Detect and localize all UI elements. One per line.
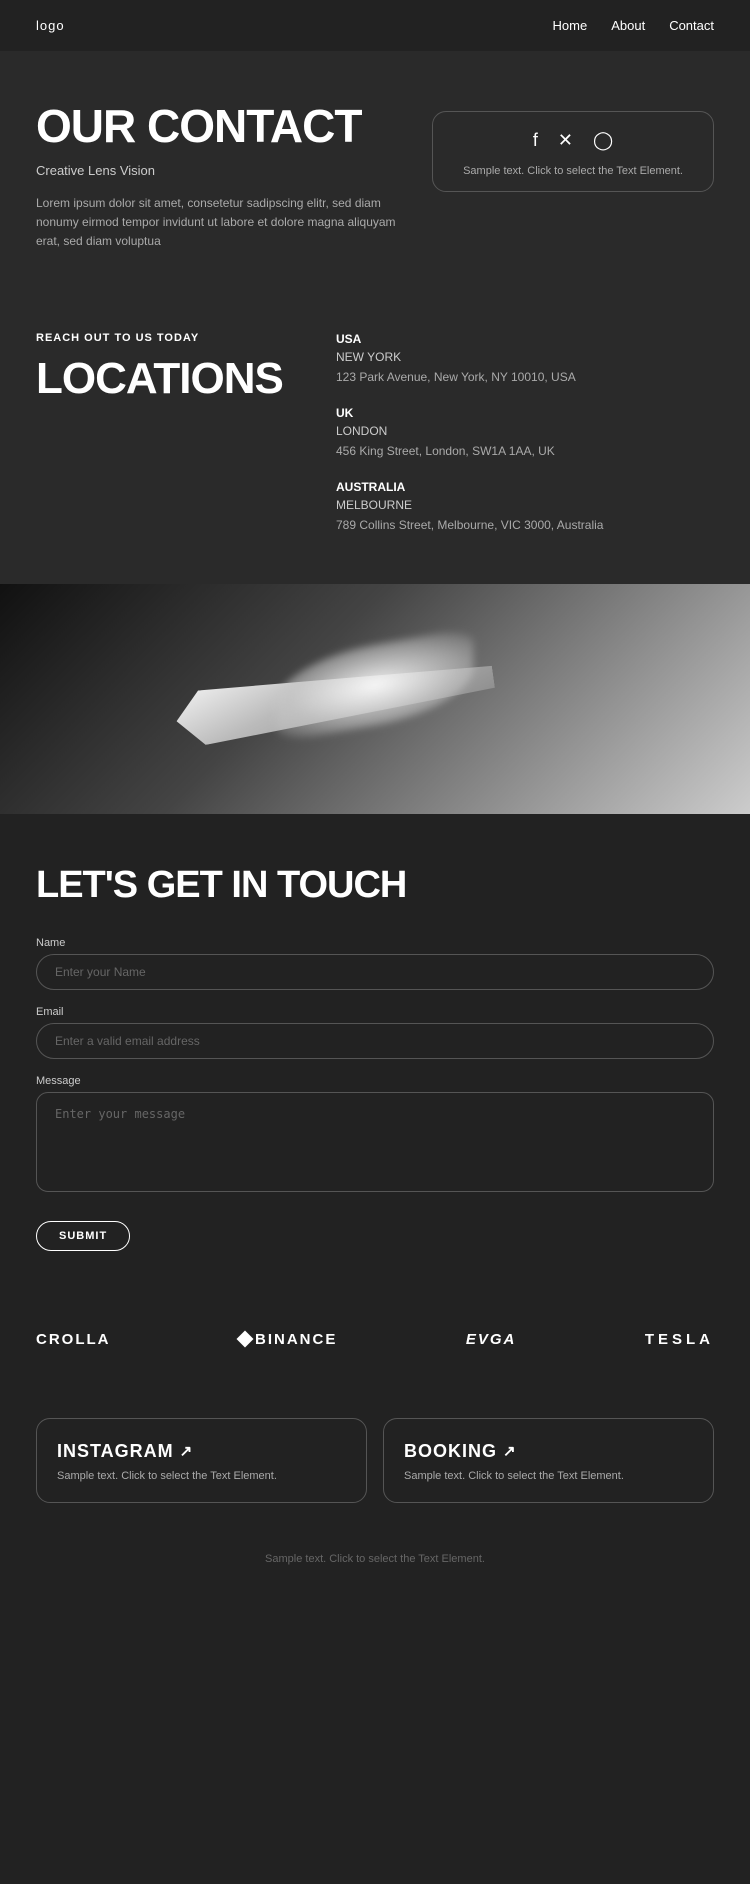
message-label: Message (36, 1075, 714, 1087)
locations-section: REACH OUT TO US TODAY LOCATIONS USA NEW … (0, 292, 750, 584)
submit-button[interactable]: SUBMIT (36, 1221, 130, 1251)
hero-section: OUR CONTACT Creative Lens Vision Lorem i… (0, 51, 750, 292)
booking-sample-text: Sample text. Click to select the Text El… (404, 1470, 693, 1482)
social-sample-text: Sample text. Click to select the Text El… (463, 165, 683, 177)
country-australia: AUSTRALIA (336, 480, 714, 494)
city-new-york: NEW YORK (336, 350, 714, 364)
contact-section: LET'S GET IN TOUCH Name Email Message SU… (0, 814, 750, 1291)
city-melbourne: MELBOURNE (336, 498, 714, 512)
name-input[interactable] (36, 954, 714, 990)
navbar: logo Home About Contact (0, 0, 750, 51)
contact-title: LET'S GET IN TOUCH (36, 864, 714, 907)
brand-tesla: TESLA (645, 1331, 714, 1348)
message-textarea[interactable] (36, 1092, 714, 1192)
hero-description: Lorem ipsum dolor sit amet, consetetur s… (36, 194, 416, 252)
social-icons: f ✕ ◯ (463, 130, 683, 151)
locations-left: REACH OUT TO US TODAY LOCATIONS (36, 332, 316, 534)
binance-icon (236, 1331, 253, 1348)
cta-instagram-title: INSTAGRAM ↗ (57, 1441, 346, 1462)
instagram-arrow-icon: ↗ (180, 1442, 194, 1460)
reach-out-label: REACH OUT TO US TODAY (36, 332, 316, 344)
cta-card-instagram[interactable]: INSTAGRAM ↗ Sample text. Click to select… (36, 1418, 367, 1503)
address-new-york: 123 Park Avenue, New York, NY 10010, USA (336, 368, 714, 386)
logos-section: CROLLA BINANCE EVGA TESLA (0, 1291, 750, 1388)
booking-arrow-icon: ↗ (503, 1442, 517, 1460)
brand-binance: BINANCE (239, 1331, 337, 1348)
facebook-icon[interactable]: f (533, 130, 538, 151)
cta-section: INSTAGRAM ↗ Sample text. Click to select… (0, 1388, 750, 1533)
footer-text: Sample text. Click to select the Text El… (265, 1553, 485, 1565)
knife-visual (125, 609, 625, 789)
name-label: Name (36, 937, 714, 949)
locations-right: USA NEW YORK 123 Park Avenue, New York, … (316, 332, 714, 534)
email-label: Email (36, 1006, 714, 1018)
nav-link-home[interactable]: Home (553, 18, 588, 33)
logo: logo (36, 18, 65, 33)
twitter-icon[interactable]: ✕ (558, 130, 573, 151)
instagram-icon[interactable]: ◯ (593, 130, 613, 151)
cream-smear (277, 627, 474, 743)
address-melbourne: 789 Collins Street, Melbourne, VIC 3000,… (336, 516, 714, 534)
nav-links: Home About Contact (553, 18, 714, 33)
footer: Sample text. Click to select the Text El… (0, 1533, 750, 1587)
social-box: f ✕ ◯ Sample text. Click to select the T… (432, 111, 714, 192)
email-field-group: Email (36, 1006, 714, 1059)
nav-link-about[interactable]: About (611, 18, 645, 33)
cta-card-booking[interactable]: BOOKING ↗ Sample text. Click to select t… (383, 1418, 714, 1503)
city-london: LONDON (336, 424, 714, 438)
country-usa: USA (336, 332, 714, 346)
email-input[interactable] (36, 1023, 714, 1059)
brand-evga: EVGA (466, 1331, 517, 1348)
brand-crolla: CROLLA (36, 1331, 111, 1348)
nav-link-contact[interactable]: Contact (669, 18, 714, 33)
locations-title: LOCATIONS (36, 354, 316, 404)
instagram-sample-text: Sample text. Click to select the Text El… (57, 1470, 346, 1482)
message-field-group: Message (36, 1075, 714, 1197)
cta-booking-title: BOOKING ↗ (404, 1441, 693, 1462)
name-field-group: Name (36, 937, 714, 990)
address-london: 456 King Street, London, SW1A 1AA, UK (336, 442, 714, 460)
hero-image (0, 584, 750, 814)
country-uk: UK (336, 406, 714, 420)
